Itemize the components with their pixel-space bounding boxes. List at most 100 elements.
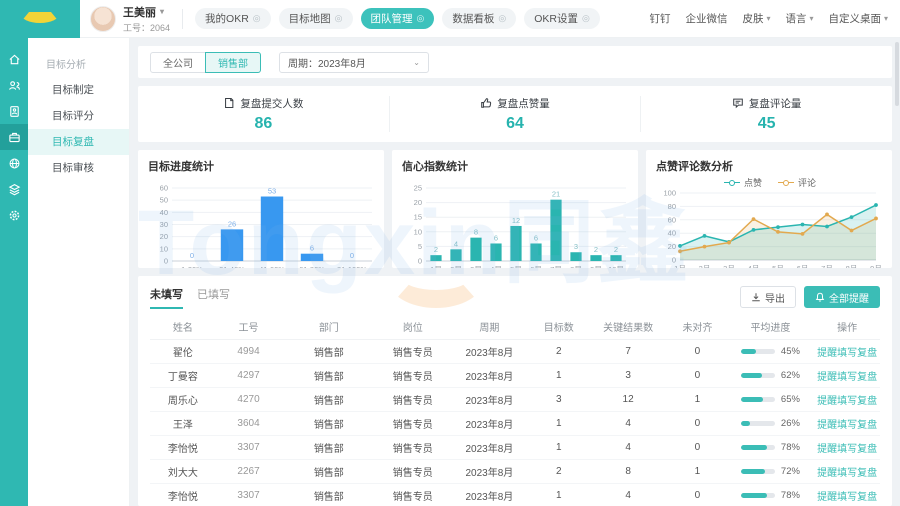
table-row: 丁曼容4297销售部销售专员2023年8月13062%提醒填写复盘	[150, 364, 880, 388]
svg-text:50: 50	[160, 196, 168, 205]
sidebar-item-goal-audit[interactable]: 目标审核	[28, 155, 129, 181]
progress-percent: 26%	[781, 418, 800, 429]
unaligned-count: 0	[668, 490, 726, 501]
nav-tab-my-okr[interactable]: 我的OKR◎	[195, 8, 271, 29]
link-dingtalk[interactable]: 钉钉	[649, 11, 670, 26]
remind-fill-link[interactable]: 提醒填写复盘	[817, 492, 877, 503]
column-header: 姓名	[150, 319, 216, 334]
table-row: 翟伦4994销售部销售专员2023年8月27045%提醒填写复盘	[150, 340, 880, 364]
scope-segmented-control: 全公司 销售部	[150, 52, 261, 73]
chevron-down-icon[interactable]: ▾	[160, 7, 164, 16]
dropdown-label: 皮肤	[742, 11, 763, 26]
svg-text:4月: 4月	[748, 264, 760, 268]
main-nav: 我的OKR◎ 目标地图◎ 团队管理◎ 数据看板◎ OKR设置◎	[195, 8, 600, 29]
svg-text:80: 80	[668, 202, 676, 211]
nav-tab-team-management[interactable]: 团队管理◎	[361, 8, 435, 29]
svg-text:9月: 9月	[870, 264, 882, 268]
rail-item-home[interactable]	[0, 46, 28, 72]
employee-id: 2267	[216, 466, 282, 477]
table-row: 周乐心4270销售部销售专员2023年8月312165%提醒填写复盘	[150, 388, 880, 412]
table-row: 李怡悦3307销售部销售专员2023年8月14078%提醒填写复盘	[150, 484, 880, 506]
period: 2023年8月	[449, 488, 529, 503]
rail-item-network[interactable]	[0, 150, 28, 176]
key-result-count: 8	[588, 466, 668, 477]
goal-count: 1	[530, 370, 588, 381]
column-header: 周期	[449, 319, 529, 334]
tab-unfilled[interactable]: 未填写	[150, 286, 183, 309]
nav-tab-okr-settings[interactable]: OKR设置◎	[524, 8, 600, 29]
sidebar-item-goal-review[interactable]: 目标复盘	[28, 129, 129, 155]
user-profile[interactable]: 王美丽 ▾ 工号：2064	[90, 4, 170, 34]
dropdown-custom-desktop[interactable]: 自定义桌面▾	[828, 11, 888, 26]
layers-icon	[8, 183, 21, 196]
key-result-count: 7	[588, 346, 668, 357]
dropdown-language[interactable]: 语言▾	[785, 11, 813, 26]
rail-item-team[interactable]	[0, 72, 28, 98]
briefcase-icon	[8, 131, 21, 144]
remind-fill-link[interactable]: 提醒填写复盘	[817, 444, 877, 455]
goal-count: 3	[530, 394, 588, 405]
svg-text:8星: 8星	[570, 265, 582, 268]
goal-progress-bar-chart: 010203040506001-20%2621-40%5341-60%661-8…	[148, 176, 376, 268]
legend-marker-icon	[724, 179, 740, 185]
unaligned-count: 1	[668, 394, 726, 405]
svg-text:3月: 3月	[723, 264, 735, 268]
rail-item-layers[interactable]	[0, 176, 28, 202]
remind-all-label: 全部提醒	[829, 290, 869, 305]
dropdown-skin[interactable]: 皮肤▾	[742, 11, 770, 26]
users-icon	[8, 79, 21, 92]
remind-fill-link[interactable]: 提醒填写复盘	[817, 396, 877, 407]
employee-id: 4994	[216, 346, 282, 357]
employee-name: 丁曼容	[150, 368, 216, 383]
row-action: 提醒填写复盘	[814, 488, 880, 503]
progress-percent: 78%	[781, 442, 800, 453]
employee-name: 李怡悦	[150, 440, 216, 455]
stat-review-likes: 复盘点赞量 64	[390, 96, 641, 133]
svg-text:2: 2	[614, 245, 618, 254]
top-bar: 王美丽 ▾ 工号：2064 我的OKR◎ 目标地图◎ 团队管理◎ 数据看板◎ O…	[80, 0, 900, 38]
sidebar-item-goal-scoring[interactable]: 目标评分	[28, 103, 129, 129]
remind-all-button[interactable]: 全部提醒	[804, 286, 880, 308]
row-action: 提醒填写复盘	[814, 368, 880, 383]
comment-icon	[732, 97, 744, 109]
svg-text:1-20%: 1-20%	[181, 265, 203, 268]
remind-fill-link[interactable]: 提醒填写复盘	[817, 348, 877, 359]
department: 销售部	[281, 416, 376, 431]
svg-text:60: 60	[160, 184, 168, 193]
nav-tab-goal-map[interactable]: 目标地图◎	[279, 8, 353, 29]
svg-text:30: 30	[160, 220, 168, 229]
row-action: 提醒填写复盘	[814, 440, 880, 455]
remind-fill-link[interactable]: 提醒填写复盘	[817, 420, 877, 431]
scope-all-button[interactable]: 全公司	[150, 52, 206, 73]
legend-comments[interactable]: 评论	[778, 176, 816, 189]
avatar[interactable]	[90, 6, 116, 32]
rail-item-settings[interactable]	[0, 202, 28, 228]
key-result-count: 3	[588, 370, 668, 381]
period: 2023年8月	[449, 464, 529, 479]
remind-fill-link[interactable]: 提醒填写复盘	[817, 372, 877, 383]
legend-likes[interactable]: 点赞	[724, 176, 762, 189]
remind-fill-link[interactable]: 提醒填写复盘	[817, 468, 877, 479]
period-select[interactable]: 周期：2023年8月 ⌄	[279, 52, 429, 73]
export-button[interactable]: 导出	[740, 286, 796, 308]
scope-sales-button[interactable]: 销售部	[205, 52, 261, 73]
employee-id: 4297	[216, 370, 282, 381]
scrollbar[interactable]	[895, 42, 899, 106]
svg-text:5星: 5星	[510, 265, 522, 268]
chevron-down-icon: ▾	[809, 14, 813, 23]
svg-text:6: 6	[534, 233, 538, 242]
svg-text:20: 20	[668, 242, 676, 251]
svg-text:6星: 6星	[530, 265, 542, 268]
rail-item-reports[interactable]	[0, 98, 28, 124]
rail-item-workspace[interactable]	[0, 124, 28, 150]
key-result-count: 4	[588, 442, 668, 453]
svg-text:4: 4	[454, 239, 458, 248]
progress-track	[741, 397, 775, 402]
link-wecom[interactable]: 企业微信	[685, 11, 727, 26]
brand-logo[interactable]	[0, 0, 80, 38]
nav-tab-data-dashboard[interactable]: 数据看板◎	[442, 8, 516, 29]
tab-filled[interactable]: 已填写	[197, 286, 230, 309]
svg-text:1星: 1星	[430, 265, 442, 268]
likes-comments-chart-card: 点赞评论数分析 点赞 评论 0204060801001月2月3月4月5月6月7月…	[646, 150, 892, 268]
sidebar-item-goal-setting[interactable]: 目标制定	[28, 77, 129, 103]
